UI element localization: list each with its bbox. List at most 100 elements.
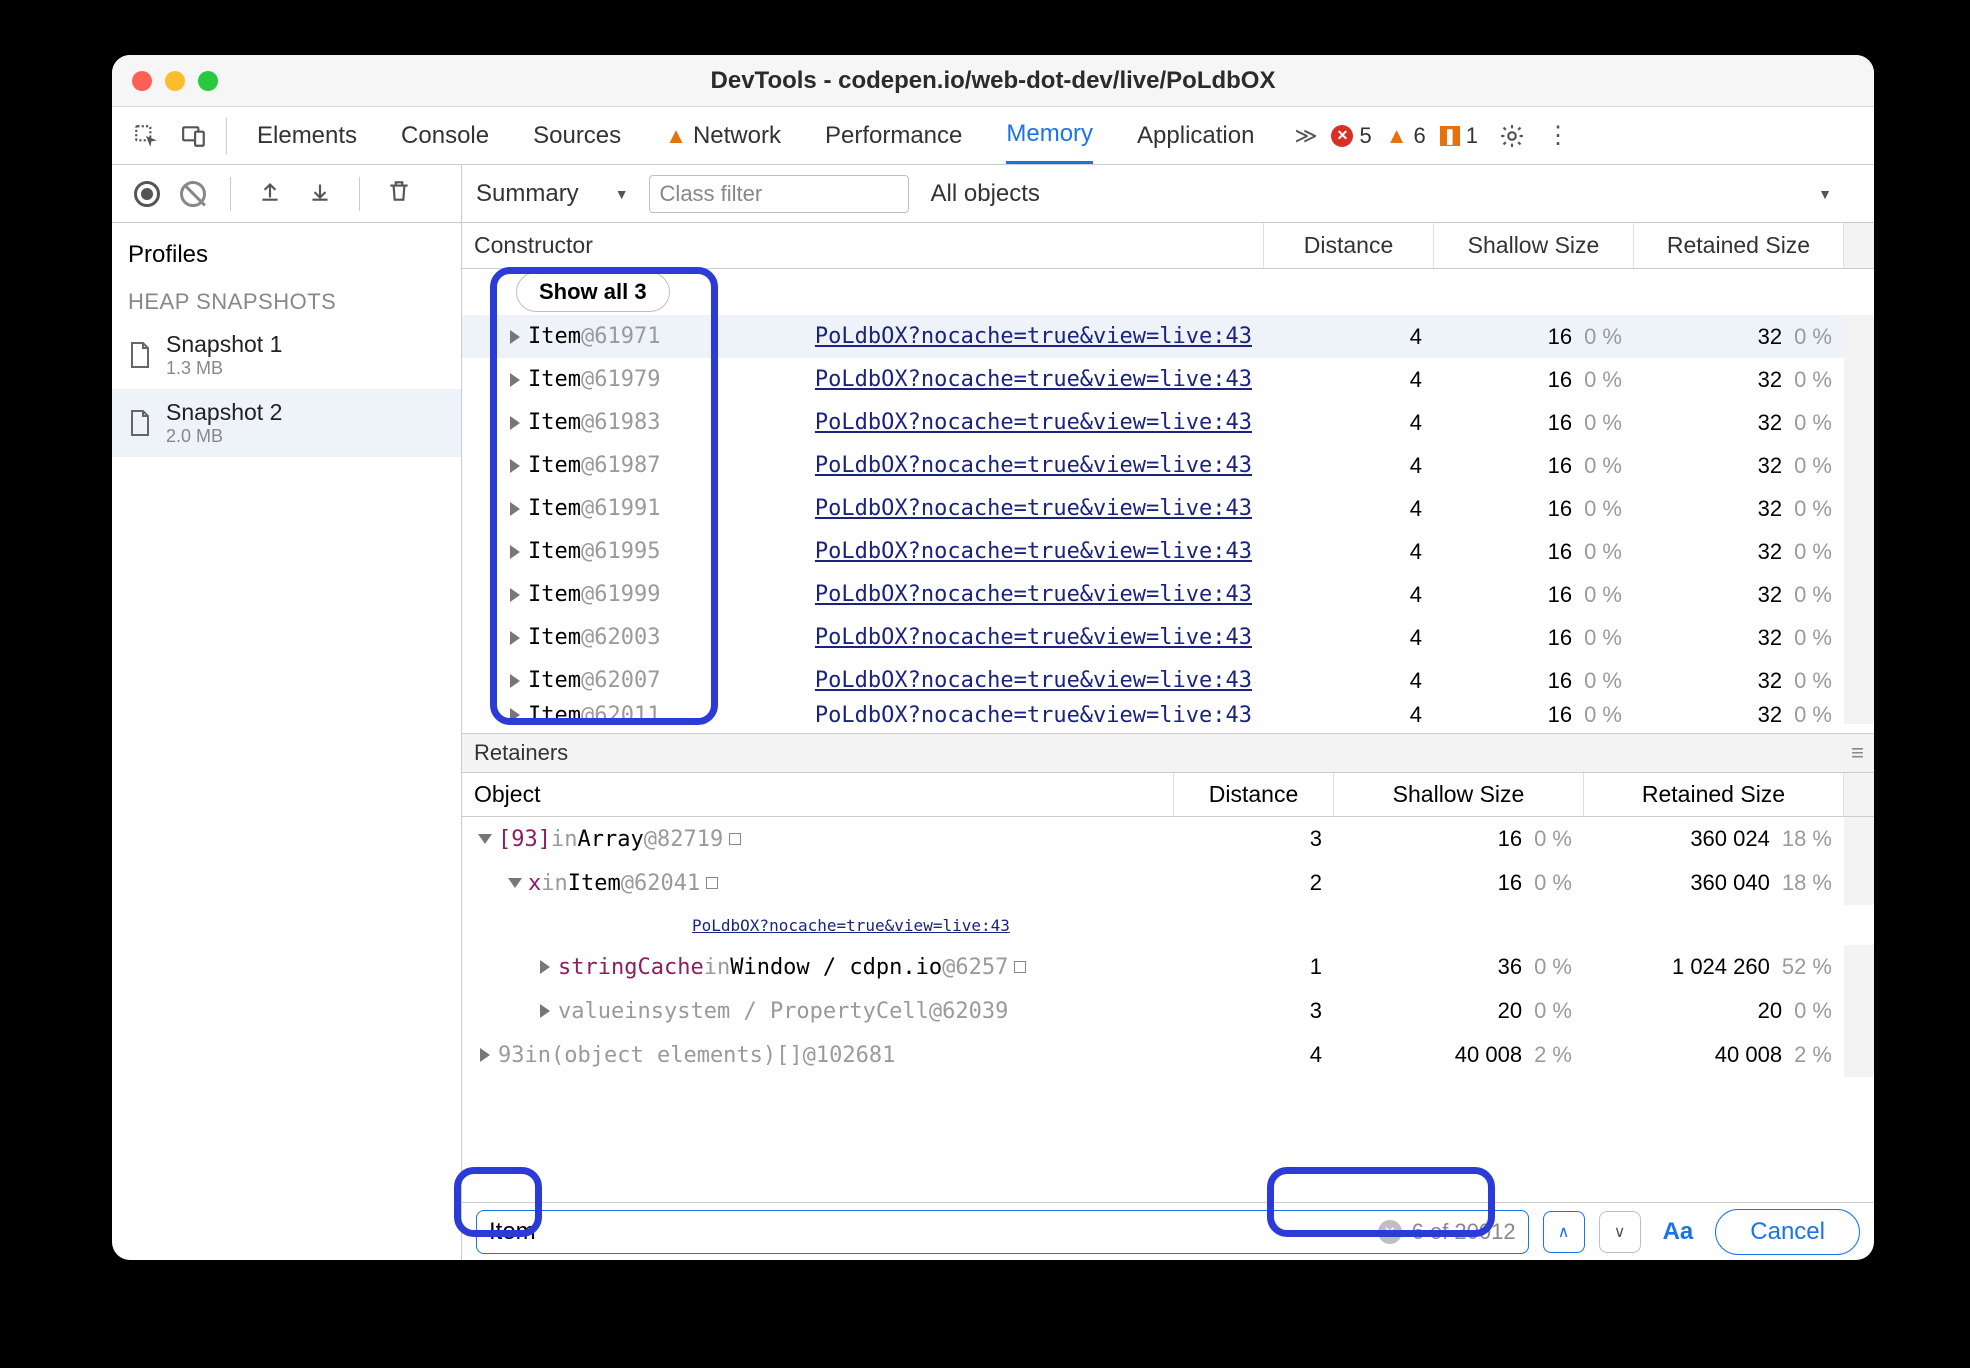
cell-distance: 4	[1264, 702, 1434, 724]
col-distance[interactable]: Distance	[1264, 223, 1434, 268]
source-link[interactable]: PoLdbOX?nocache=true&view=live:43	[815, 625, 1252, 650]
record-button[interactable]	[134, 181, 160, 207]
col-shallow[interactable]: Shallow Size	[1434, 223, 1634, 268]
heap-row[interactable]: Item @61983 PoLdbOX?nocache=true&view=li…	[462, 401, 1874, 444]
drag-handle-icon[interactable]: ≡	[1851, 740, 1864, 766]
retainer-row[interactable]: value in system / PropertyCell @62039 3 …	[462, 989, 1874, 1033]
expand-icon[interactable]	[480, 1048, 490, 1062]
kebab-icon[interactable]: ⋮	[1546, 121, 1570, 150]
summary-select[interactable]: Summary ▼	[476, 180, 629, 208]
source-link[interactable]: PoLdbOX?nocache=true&view=live:43	[815, 496, 1252, 521]
trash-icon[interactable]	[386, 178, 412, 209]
tab-memory[interactable]: Memory	[1006, 107, 1093, 164]
object-id: @62041	[621, 871, 700, 896]
issues-badge[interactable]: ❚1	[1440, 123, 1478, 149]
col-retained[interactable]: Retained Size	[1634, 223, 1844, 268]
download-icon[interactable]	[307, 178, 333, 209]
retainer-row[interactable]: 93 in (object elements)[] @102681 4 40 0…	[462, 1033, 1874, 1077]
expand-icon[interactable]	[510, 545, 520, 559]
clear-icon[interactable]: ✕	[1378, 1220, 1402, 1244]
heap-row[interactable]: Item @62007 PoLdbOX?nocache=true&view=li…	[462, 659, 1874, 702]
cancel-button[interactable]: Cancel	[1715, 1209, 1860, 1255]
show-all-button[interactable]: Show all 3	[516, 272, 670, 312]
object-name: system / PropertyCell	[651, 999, 929, 1024]
upload-icon[interactable]	[257, 178, 283, 209]
match-case-toggle[interactable]: Aa	[1663, 1218, 1694, 1246]
source-link[interactable]: PoLdbOX?nocache=true&view=live:43	[815, 410, 1252, 435]
all-objects-select[interactable]: All objects	[931, 180, 1040, 208]
object-name: Window / cdpn.io	[730, 955, 942, 980]
gear-icon[interactable]	[1494, 118, 1530, 154]
inspect-icon[interactable]	[128, 118, 164, 154]
retainer-row[interactable]: stringCache in Window / cdpn.io @6257 1 …	[462, 945, 1874, 989]
expand-icon[interactable]	[510, 459, 520, 473]
cell-retained: 360 02418 %	[1584, 817, 1844, 861]
heap-row[interactable]: Item @62003 PoLdbOX?nocache=true&view=li…	[462, 616, 1874, 659]
close-window-button[interactable]	[132, 71, 152, 91]
heap-row[interactable]: Item @61991 PoLdbOX?nocache=true&view=li…	[462, 487, 1874, 530]
col-retained[interactable]: Retained Size	[1584, 773, 1844, 816]
error-badge[interactable]: ✕5	[1331, 123, 1371, 149]
source-link[interactable]: PoLdbOX?nocache=true&view=live:43	[815, 668, 1252, 693]
search-prev-button[interactable]: ∧	[1543, 1211, 1585, 1253]
expand-icon[interactable]	[540, 1004, 550, 1018]
tab-console[interactable]: Console	[401, 107, 489, 164]
cell-retained: 40 0082 %	[1584, 1033, 1844, 1077]
object-id: @82719	[644, 827, 723, 852]
expand-icon[interactable]	[478, 834, 492, 844]
col-shallow[interactable]: Shallow Size	[1334, 773, 1584, 816]
source-link[interactable]: PoLdbOX?nocache=true&view=live:43	[815, 324, 1252, 349]
expand-icon[interactable]	[510, 708, 520, 722]
cell-shallow: 160 %	[1434, 702, 1634, 724]
heap-row[interactable]: Item @61979 PoLdbOX?nocache=true&view=li…	[462, 358, 1874, 401]
retainer-row[interactable]: x in Item @62041 2 160 % 360 04018 %	[462, 861, 1874, 905]
col-constructor[interactable]: Constructor	[462, 223, 1264, 268]
cell-retained: 1 024 26052 %	[1584, 945, 1844, 989]
expand-icon[interactable]	[510, 416, 520, 430]
heap-row[interactable]: Item @61971 PoLdbOX?nocache=true&view=li…	[462, 315, 1874, 358]
col-distance[interactable]: Distance	[1174, 773, 1334, 816]
expand-icon[interactable]	[508, 878, 522, 888]
source-link[interactable]: PoLdbOX?nocache=true&view=live:43	[815, 453, 1252, 478]
tab-performance[interactable]: Performance	[825, 107, 962, 164]
source-link[interactable]: PoLdbOX?nocache=true&view=live:43	[815, 539, 1252, 564]
source-link[interactable]: PoLdbOX?nocache=true&view=live:43	[815, 367, 1252, 392]
source-link[interactable]: PoLdbOX?nocache=true&view=live:43	[815, 703, 1252, 725]
source-link[interactable]: PoLdbOX?nocache=true&view=live:43	[692, 916, 1010, 935]
more-tabs-icon[interactable]: ≫	[1294, 123, 1317, 149]
expand-icon[interactable]	[510, 674, 520, 688]
class-filter-input[interactable]: Class filter	[649, 175, 909, 213]
warning-badge[interactable]: ▲6	[1386, 123, 1426, 149]
expand-icon[interactable]	[510, 631, 520, 645]
maximize-window-button[interactable]	[198, 71, 218, 91]
cell-shallow: 160 %	[1434, 487, 1634, 530]
minimize-window-button[interactable]	[165, 71, 185, 91]
snapshot-item[interactable]: Snapshot 22.0 MB	[112, 389, 461, 457]
retainers-header[interactable]: Retainers ≡	[462, 733, 1874, 773]
search-input[interactable]	[489, 1218, 1378, 1246]
heap-row[interactable]: Item @61995 PoLdbOX?nocache=true&view=li…	[462, 530, 1874, 573]
snapshot-item[interactable]: Snapshot 11.3 MB	[112, 321, 461, 389]
tab-elements[interactable]: Elements	[257, 107, 357, 164]
source-link[interactable]: PoLdbOX?nocache=true&view=live:43	[815, 582, 1252, 607]
expand-icon[interactable]	[510, 330, 520, 344]
tab-sources[interactable]: Sources	[533, 107, 621, 164]
expand-icon[interactable]	[510, 502, 520, 516]
expand-icon[interactable]	[540, 960, 550, 974]
device-toggle-icon[interactable]	[176, 118, 212, 154]
chevron-down-icon[interactable]: ▼	[1818, 186, 1832, 202]
clear-button[interactable]	[180, 181, 206, 207]
heap-row[interactable]: Item @61987 PoLdbOX?nocache=true&view=li…	[462, 444, 1874, 487]
retainer-row[interactable]: [93] in Array @82719 3 160 % 360 02418 %	[462, 817, 1874, 861]
tab-application[interactable]: Application	[1137, 107, 1254, 164]
object-name: Array	[577, 827, 643, 852]
heap-row[interactable]: Item @62011 PoLdbOX?nocache=true&view=li…	[462, 702, 1874, 724]
search-next-button[interactable]: ∨	[1599, 1211, 1641, 1253]
expand-icon[interactable]	[510, 588, 520, 602]
snapshot-size: 2.0 MB	[166, 426, 282, 447]
tab-network[interactable]: ▲Network	[665, 107, 781, 164]
cell-shallow: 160 %	[1434, 401, 1634, 444]
expand-icon[interactable]	[510, 373, 520, 387]
col-object[interactable]: Object	[462, 773, 1174, 816]
heap-row[interactable]: Item @61999 PoLdbOX?nocache=true&view=li…	[462, 573, 1874, 616]
